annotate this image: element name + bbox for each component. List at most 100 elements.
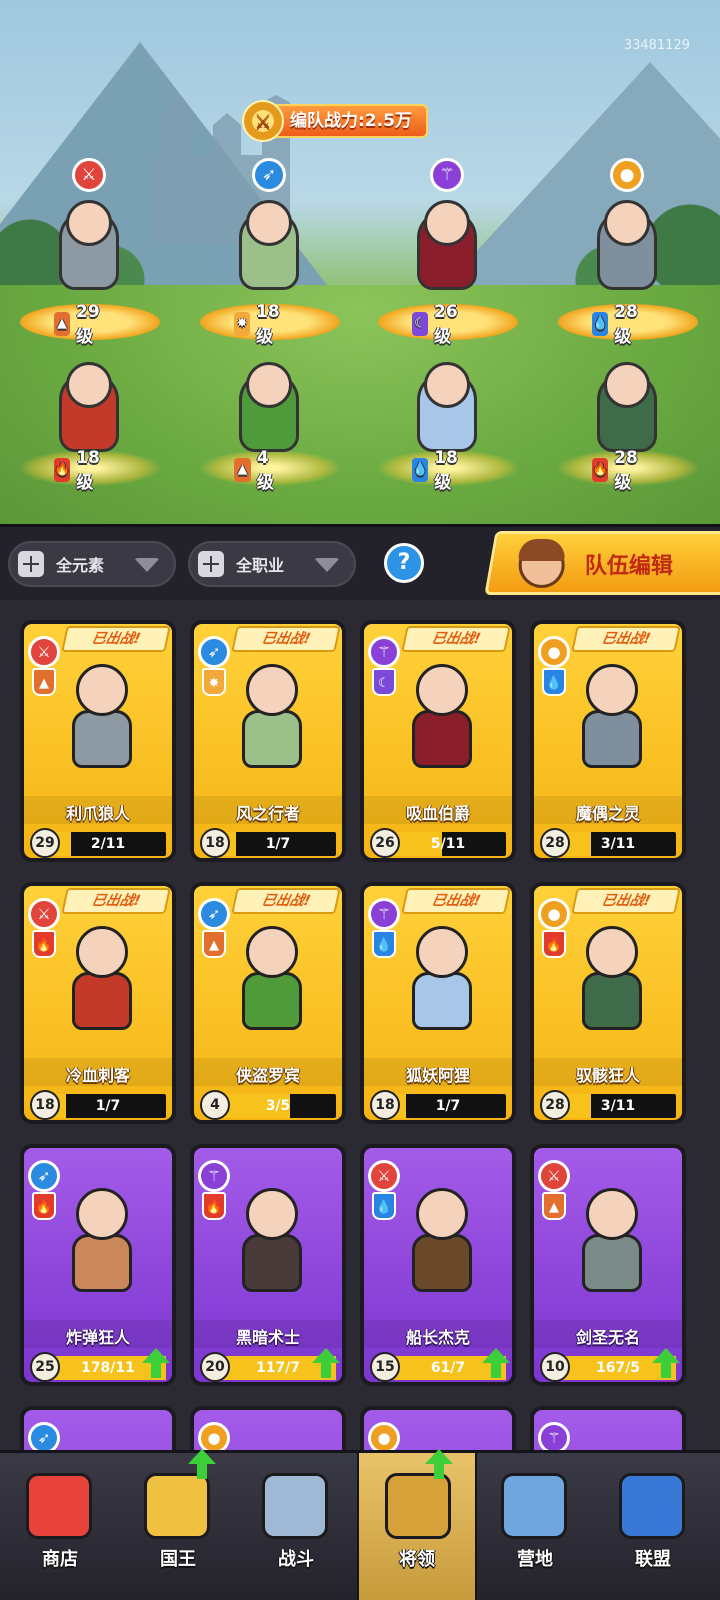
shard-progress-text: 3/11 — [600, 1098, 636, 1114]
hero-head — [66, 362, 112, 408]
shield-icon — [619, 1473, 685, 1539]
nav-item-shield[interactable]: 联盟 — [593, 1453, 713, 1600]
hero-body — [412, 972, 472, 1030]
hero-portrait — [572, 1188, 652, 1308]
hero-level-tag: 💧 18级 — [412, 448, 464, 493]
hero-portrait — [232, 664, 312, 784]
hero-level-badge: 20 — [200, 1352, 230, 1382]
hero-card[interactable]: 已出战! ➶ ✸ 风之行者 18 1/7 — [190, 620, 346, 862]
hero-card[interactable]: ⚚ — [530, 1406, 686, 1450]
nav-item-king[interactable]: 国王 — [118, 1449, 238, 1600]
hero-name: 剑圣无名 — [575, 1328, 640, 1347]
hero-card[interactable]: 已出战! ● 💧 魔偶之灵 28 3/11 — [530, 620, 686, 862]
hero-head — [76, 926, 128, 978]
shard-progress-bar: 5/11 — [390, 832, 506, 856]
hero-card[interactable]: 已出战! ⚔ ▲ 利爪狼人 29 2/11 — [20, 620, 176, 862]
hero-head — [416, 664, 468, 716]
bow-icon: ➶ — [28, 1422, 60, 1450]
shard-progress-bar: 1/7 — [220, 832, 336, 856]
hero-card[interactable]: ⚔ 💧 船长杰克 15 61/7 — [360, 1144, 516, 1386]
hero-level: 29级 — [76, 301, 100, 347]
hero-head — [604, 362, 650, 408]
nav-label: 国王 — [160, 1549, 196, 1570]
hero-card[interactable]: ⚔ ▲ 剑圣无名 10 167/5 — [530, 1144, 686, 1386]
team-edit-button[interactable]: 队伍编辑 — [484, 531, 720, 595]
battle-scene: 33481129 ⚔ 编队战力:2.5万 ⚔ ▲ 29级 ➶ ✸ 18级 ⚚ ☾ 26级 ● 💧 28… — [0, 0, 720, 532]
hero-name: 风之行者 — [235, 804, 300, 823]
shard-progress-text: 61/7 — [430, 1360, 466, 1376]
hero-level-badge: 29 — [30, 828, 60, 858]
moon-element-icon: ☾ — [372, 668, 396, 696]
hero-card[interactable]: ➶ 🔥 炸弹狂人 25 178/11 — [20, 1144, 176, 1386]
castle-icon — [501, 1473, 567, 1539]
nav-item-sword[interactable]: 战斗 — [236, 1453, 356, 1600]
hero-card[interactable]: ⚚ 🔥 黑暗术士 20 117/7 — [190, 1144, 346, 1386]
deployed-tag: 已出战! — [61, 626, 171, 652]
sword-icon: ⚔ — [368, 1160, 400, 1192]
hero-name: 吸血伯爵 — [405, 804, 470, 823]
bow-icon: ➶ — [198, 898, 230, 930]
hero-level-badge: 18 — [370, 1090, 400, 1120]
help-button[interactable]: ? — [384, 543, 424, 583]
hero-level: 4级 — [256, 447, 274, 493]
bomb-icon: ● — [368, 1422, 400, 1450]
hero-body — [242, 1234, 302, 1292]
chevron-down-icon — [314, 558, 340, 572]
water-element-icon: 💧 — [592, 312, 609, 336]
fire-element-icon: 🔥 — [202, 1192, 226, 1220]
hero-level: 28级 — [614, 301, 638, 347]
hero-name: 狐妖阿狸 — [405, 1066, 470, 1085]
staff-icon: ⚚ — [538, 1422, 570, 1450]
bow-icon: ➶ — [198, 636, 230, 668]
hero-card[interactable]: ➶ — [20, 1406, 176, 1450]
element-filter-dropdown[interactable]: 全元素 — [8, 541, 176, 587]
hero-level: 18级 — [434, 447, 458, 493]
staff-icon: ⚚ — [368, 636, 400, 668]
shard-progress-text: 1/7 — [435, 1098, 461, 1114]
nav-label: 战斗 — [278, 1549, 314, 1570]
hero-card[interactable]: 已出战! ● 🔥 驭骸狂人 28 3/11 — [530, 882, 686, 1124]
hero-head — [246, 926, 298, 978]
hero-card[interactable]: ● — [360, 1406, 516, 1450]
hero-level-badge: 15 — [370, 1352, 400, 1382]
shard-progress-bar: 1/7 — [390, 1094, 506, 1118]
hero-name: 炸弹狂人 — [65, 1328, 130, 1347]
hero-head — [246, 1188, 298, 1240]
deployed-tag: 已出战! — [401, 626, 511, 652]
sword-icon: ⚔ — [538, 1160, 570, 1192]
hero-head — [246, 362, 292, 408]
shard-progress-text: 5/11 — [430, 836, 466, 852]
hero-card[interactable]: 已出战! ➶ ▲ 侠盗罗宾 4 3/5 — [190, 882, 346, 1124]
nav-label: 营地 — [517, 1549, 553, 1570]
nav-item-helmet[interactable]: 将领 — [357, 1449, 477, 1600]
hero-head — [424, 362, 470, 408]
hero-name: 驭骸狂人 — [575, 1066, 640, 1085]
hero-card[interactable]: 已出战! ⚔ 🔥 冷血刺客 18 1/7 — [20, 882, 176, 1124]
team-power-banner: ⚔ 编队战力:2.5万 — [242, 100, 428, 142]
hero-head — [586, 926, 638, 978]
grid-icon — [198, 551, 224, 577]
hero-head — [66, 200, 112, 246]
hero-portrait — [402, 926, 482, 1046]
hero-portrait — [402, 664, 482, 784]
nav-item-castle[interactable]: 营地 — [475, 1453, 595, 1600]
fire-element-icon: 🔥 — [54, 458, 71, 482]
fire-element-icon: 🔥 — [32, 930, 56, 958]
hero-card[interactable]: 已出战! ⚚ ☾ 吸血伯爵 26 5/11 — [360, 620, 516, 862]
hero-level-tag: ☾ 26级 — [412, 302, 464, 347]
hero-card[interactable]: 已出战! ⚚ 💧 狐妖阿狸 18 1/7 — [360, 882, 516, 1124]
hero-portrait — [232, 1188, 312, 1308]
shard-progress-text: 2/11 — [90, 836, 126, 852]
hero-body — [582, 972, 642, 1030]
sword-icon: ⚔ — [28, 636, 60, 668]
class-filter-dropdown[interactable]: 全职业 — [188, 541, 356, 587]
hero-name: 船长杰克 — [405, 1328, 470, 1347]
shard-progress-bar: 2/11 — [50, 832, 166, 856]
hero-level-tag: ▲ 4级 — [234, 448, 279, 493]
shard-progress-text: 178/11 — [81, 1360, 135, 1376]
moon-element-icon: ☾ — [412, 312, 429, 336]
hero-portrait — [402, 1188, 482, 1308]
hero-card[interactable]: ● — [190, 1406, 346, 1450]
hero-body — [72, 972, 132, 1030]
nav-item-shop[interactable]: 商店 — [0, 1453, 120, 1600]
